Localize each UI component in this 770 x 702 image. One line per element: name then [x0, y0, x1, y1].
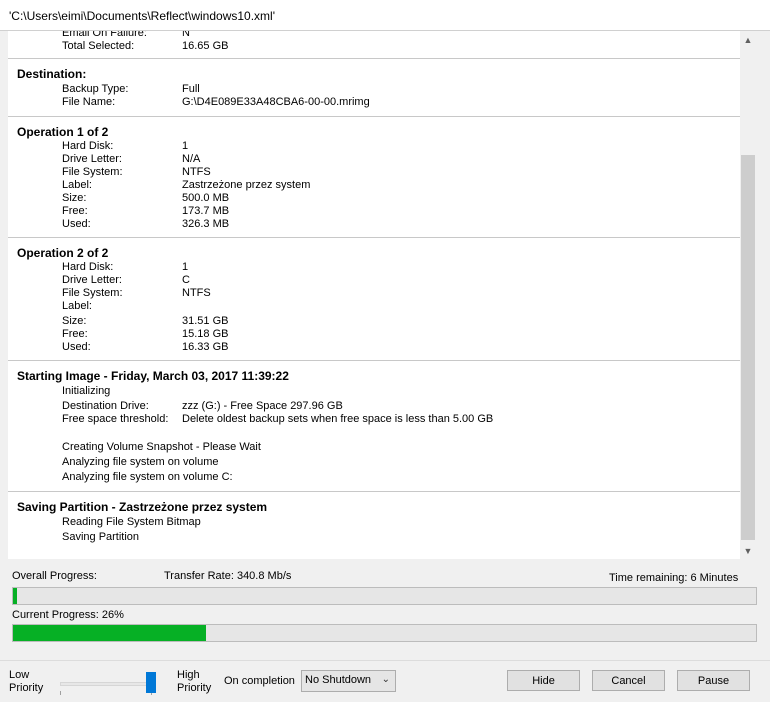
overall-progress-bar [12, 587, 757, 605]
row-value: NTFS [182, 166, 211, 178]
on-completion-select[interactable]: No Shutdown ⌄ [301, 670, 396, 692]
row-key: Label: [62, 300, 92, 312]
priority-slider-track[interactable] [60, 682, 152, 686]
current-progress-label: Current Progress: 26% [12, 609, 124, 621]
section-divider [8, 116, 740, 117]
overall-progress-fill [13, 588, 18, 604]
chevron-down-icon: ⌄ [381, 674, 390, 685]
row-value: 173.7 MB [182, 205, 230, 217]
high-priority-text: High Priority [177, 669, 212, 694]
pause-button[interactable]: Pause [677, 670, 750, 691]
row-key: Size: [62, 315, 87, 327]
current-progress-bar [12, 624, 757, 642]
section-divider [8, 491, 740, 492]
low-priority-label: Low Priority [9, 669, 43, 695]
row-key: Label: [62, 179, 92, 191]
log-line: Analyzing file system on volume C: [62, 471, 233, 483]
hide-button[interactable]: Hide [507, 670, 580, 691]
transfer-rate: Transfer Rate: 340.8 Mb/s [164, 570, 292, 582]
on-completion-value: No Shutdown [305, 674, 372, 686]
row-value: N/A [182, 153, 201, 165]
row-value: 1 [182, 140, 189, 152]
log-line: Analyzing file system on volume [62, 456, 219, 468]
row-key: Used: [62, 218, 91, 230]
window-title: 'C:\Users\eimi\Documents\Reflect\windows… [9, 9, 275, 23]
row-key: Total Selected: [62, 40, 135, 52]
section-divider [8, 360, 740, 361]
row-key: Destination Drive: [62, 400, 149, 412]
row-value: Full [182, 83, 200, 95]
priority-slider-thumb[interactable] [146, 672, 156, 693]
section-heading: Operation 1 of 2 [17, 125, 109, 139]
cancel-button[interactable]: Cancel [592, 670, 665, 691]
row-key: Hard Disk: [62, 140, 114, 152]
log-line: Reading File System Bitmap [62, 516, 201, 528]
scroll-down-icon[interactable]: ▼ [740, 542, 756, 559]
row-key: Used: [62, 341, 91, 353]
row-value: 500.0 MB [182, 192, 230, 204]
row-key: Free: [62, 205, 88, 217]
row-value: 31.51 GB [182, 315, 229, 327]
row-value: 1 [182, 261, 189, 273]
row-value: NTFS [182, 287, 211, 299]
section-divider [8, 237, 740, 238]
scroll-up-icon[interactable]: ▲ [740, 31, 756, 48]
low-priority-text: Low Priority [9, 669, 44, 694]
overall-progress-label: Overall Progress: [12, 570, 97, 582]
row-value: Delete oldest backup sets when free spac… [182, 413, 494, 425]
row-key: Hard Disk: [62, 261, 114, 273]
log-line: Creating Volume Snapshot - Please Wait [62, 441, 261, 453]
row-value: C [182, 274, 190, 286]
section-divider [8, 58, 740, 59]
row-key: File System: [62, 166, 123, 178]
section-heading: Saving Partition - Zastrzeżone przez sys… [17, 500, 268, 514]
row-value: N [182, 31, 190, 39]
row-key: Drive Letter: [62, 153, 122, 165]
row-key: Free space threshold: [62, 413, 169, 425]
on-completion-label: On completion [224, 675, 295, 687]
scroll-thumb[interactable] [741, 155, 755, 540]
high-priority-label: High Priority [177, 669, 211, 695]
status-line: Initializing [62, 385, 111, 397]
row-value: 16.65 GB [182, 40, 229, 52]
row-key: Email On Failure: [62, 31, 147, 39]
title-bar: 'C:\Users\eimi\Documents\Reflect\windows… [0, 0, 770, 31]
row-value: 15.18 GB [182, 328, 229, 340]
row-key: Backup Type: [62, 83, 129, 95]
row-value: Zastrzeżone przez system [182, 179, 311, 191]
slider-tick [60, 691, 61, 695]
section-heading: Destination: [17, 67, 87, 81]
current-progress-fill [13, 625, 207, 641]
bottom-toolbar: Low Priority High Priority On completion… [0, 660, 770, 702]
time-remaining: Time remaining: 6 Minutes [609, 572, 739, 584]
row-key: Drive Letter: [62, 274, 122, 286]
row-value: G:\D4E089E33A48CBA6-00-00.mrimg [182, 96, 370, 108]
log-line: Saving Partition [62, 531, 140, 543]
row-value: zzz (G:) - Free Space 297.96 GB [182, 400, 343, 412]
section-heading: Starting Image - Friday, March 03, 2017 … [17, 369, 289, 383]
row-key: File System: [62, 287, 123, 299]
vertical-scrollbar[interactable]: ▲ ▼ [740, 31, 756, 559]
row-value: 16.33 GB [182, 341, 229, 353]
row-key: Size: [62, 192, 87, 204]
row-value: 326.3 MB [182, 218, 230, 230]
section-heading: Operation 2 of 2 [17, 246, 109, 260]
log-panel[interactable]: Email On Failure: N Total Selected: 16.6… [8, 31, 756, 559]
row-key: Free: [62, 328, 88, 340]
row-key: File Name: [62, 96, 116, 108]
